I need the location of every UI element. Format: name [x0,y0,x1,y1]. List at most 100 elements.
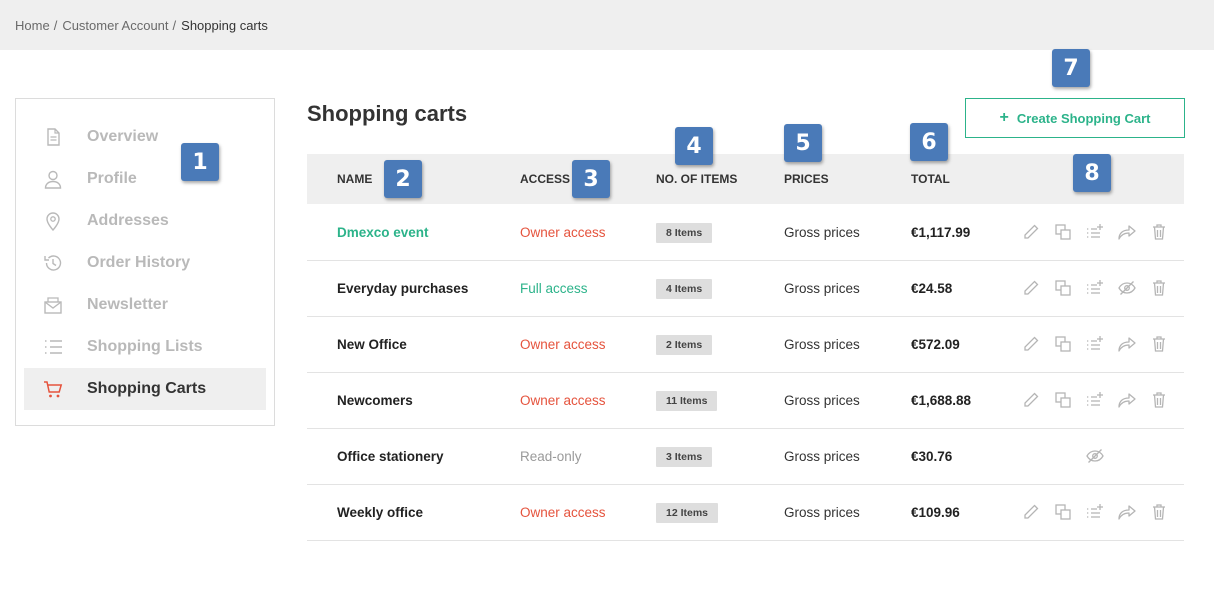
share-icon[interactable] [1117,222,1137,244]
cart-name: Everyday purchases [337,281,469,296]
cart-price-mode: Gross prices [784,281,860,296]
edit-icon[interactable] [1021,334,1041,356]
sidebar-item-label: Shopping Carts [87,380,207,397]
duplicate-icon[interactable] [1053,502,1073,524]
column-header-items[interactable]: NO. OF ITEMS [656,172,737,186]
table-header: NAME ACCESS NO. OF ITEMS PRICES TOTAL [307,154,1184,204]
cart-price-mode: Gross prices [784,337,860,352]
edit-icon[interactable] [1021,222,1041,244]
sidebar-item-profile[interactable]: Profile [24,158,266,200]
share-icon[interactable] [1117,502,1137,524]
cart-icon [42,378,64,400]
user-icon [42,168,64,190]
delete-icon[interactable] [1149,334,1169,356]
delete-icon[interactable] [1149,278,1169,300]
cart-name: Office stationery [337,449,444,464]
add-to-list-icon[interactable] [1085,278,1105,300]
sidebar-item-addresses[interactable]: Addresses [24,200,266,242]
cart-total: €1,117.99 [911,225,971,240]
cart-total: €24.58 [911,281,953,296]
callout-badge: 3 [572,160,610,198]
list-icon [42,336,64,358]
breadcrumb-home[interactable]: Home [15,18,50,33]
items-count-badge: 2 Items [656,335,713,355]
cart-name: Weekly office [337,505,424,520]
table-row: New Office Owner access 2 Items Gross price… [307,317,1184,373]
duplicate-icon[interactable] [1053,390,1073,412]
create-shopping-cart-button[interactable]: + Create Shopping Cart [965,98,1185,138]
cart-access: Full access [520,281,588,296]
cart-price-mode: Gross prices [784,449,860,464]
hide-icon[interactable] [1085,446,1105,468]
sidebar-item-label: Addresses [87,212,169,229]
add-to-list-icon[interactable] [1085,222,1105,244]
callout-badge: 5 [784,124,822,162]
sidebar-item-overview[interactable]: Overview [24,116,266,158]
row-actions [1021,334,1171,356]
sidebar-item-shopping-lists[interactable]: Shopping Lists [24,326,266,368]
duplicate-icon[interactable] [1053,334,1073,356]
cart-price-mode: Gross prices [784,505,860,520]
share-icon[interactable] [1117,390,1137,412]
sidebar-item-order-history[interactable]: Order History [24,242,266,284]
items-count-badge: 4 Items [656,279,713,299]
add-to-list-icon[interactable] [1085,390,1105,412]
row-actions [1021,222,1171,244]
hide-icon[interactable] [1117,278,1137,300]
row-actions [1021,502,1171,524]
callout-badge: 4 [675,127,713,165]
add-to-list-icon[interactable] [1085,334,1105,356]
share-icon[interactable] [1117,334,1137,356]
table-row: Everyday purchases Full access 4 Items Gros… [307,261,1184,317]
sidebar-item-label: Order History [87,254,191,271]
items-count-badge: 11 Items [656,391,718,411]
table-row: Newcomers Owner access 11 Items Gross price… [307,373,1184,429]
account-sidebar: Overview Profile Addresses Order History… [15,98,275,426]
column-header-prices[interactable]: PRICES [784,172,829,186]
row-actions [1021,446,1171,468]
cart-price-mode: Gross prices [784,225,860,240]
cart-access: Read-only [520,449,582,464]
column-header-access[interactable]: ACCESS [520,172,570,186]
cart-access: Owner access [520,393,606,408]
edit-icon[interactable] [1021,502,1041,524]
callout-badge: 1 [181,143,219,181]
delete-icon[interactable] [1149,502,1169,524]
cart-name: New Office [337,337,407,352]
edit-icon[interactable] [1021,390,1041,412]
history-icon [42,252,64,274]
column-header-name[interactable]: NAME [337,172,372,186]
sidebar-item-newsletter[interactable]: Newsletter [24,284,266,326]
sidebar-item-label: Shopping Lists [87,338,203,355]
cart-access: Owner access [520,337,606,352]
items-count-badge: 8 Items [656,223,713,243]
edit-icon[interactable] [1021,278,1041,300]
breadcrumb-current: Shopping carts [181,17,268,33]
cart-total: €30.76 [911,449,953,464]
sidebar-item-shopping-carts[interactable]: Shopping Carts [24,368,266,410]
row-actions [1021,278,1171,300]
delete-icon[interactable] [1149,222,1169,244]
breadcrumb: Home / Customer Account / Shopping carts [0,0,1214,50]
breadcrumb-separator: / [53,17,58,33]
cart-access: Owner access [520,505,606,520]
duplicate-icon[interactable] [1053,222,1073,244]
cart-total: €1,688.88 [911,393,972,408]
callout-badge: 7 [1052,49,1090,87]
table-row: Dmexco event Owner access 8 Items Gross pri… [307,205,1184,261]
duplicate-icon[interactable] [1053,278,1073,300]
column-header-total[interactable]: TOTAL [911,172,950,186]
items-count-badge: 3 Items [656,447,713,467]
breadcrumb-separator: / [172,17,177,33]
cart-access: Owner access [520,225,606,240]
add-to-list-icon[interactable] [1085,502,1105,524]
table-row: Office stationery Read-only 3 Items Gross p… [307,429,1184,485]
cart-name[interactable]: Dmexco event [337,225,429,240]
sidebar-item-label: Profile [87,170,137,187]
breadcrumb-customer-account[interactable]: Customer Account [62,18,168,33]
callout-badge: 6 [910,123,948,161]
map-pin-icon [42,210,64,232]
plus-icon: + [999,109,1009,126]
callout-badge: 2 [384,160,422,198]
delete-icon[interactable] [1149,390,1169,412]
